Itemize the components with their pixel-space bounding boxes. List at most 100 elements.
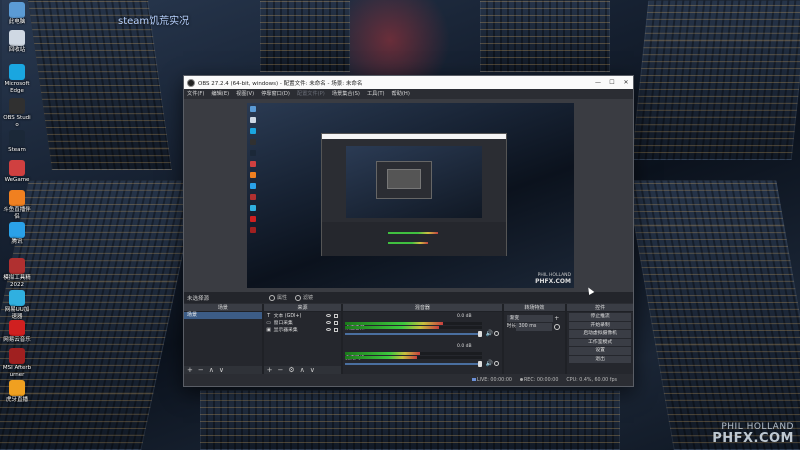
- source-properties-button[interactable]: ⚙: [288, 366, 294, 374]
- desktop-shortcut[interactable]: 网易UU加速器: [2, 290, 32, 320]
- lock-icon[interactable]: [334, 320, 339, 325]
- title-bar[interactable]: OBS 27.2.4 (64-bit, windows) - 配置文件: 未命名…: [184, 76, 633, 89]
- track-db: 0.0 dB: [457, 314, 472, 319]
- preview-icon: [250, 194, 256, 200]
- menu-item[interactable]: 帮助(H): [392, 90, 410, 97]
- desktop-shortcut-label: 网易云音乐: [3, 337, 31, 343]
- preview-watermark-site: PHFX.COM: [535, 278, 571, 285]
- desktop-shortcut[interactable]: 网易云音乐: [2, 320, 32, 344]
- live-status: LIVE: 00:00:00: [471, 378, 512, 383]
- desktop-shortcut-label: WeGame: [4, 177, 30, 183]
- speaker-icon[interactable]: 🔊: [486, 361, 493, 367]
- desktop-shortcut[interactable]: WeGame: [2, 160, 32, 184]
- volume-slider[interactable]: [345, 333, 482, 335]
- app-icon: [9, 222, 25, 238]
- add-transition-button[interactable]: +: [554, 315, 559, 322]
- source-name: 显示器采集: [273, 328, 298, 333]
- desktop-shortcut[interactable]: OBS Studio: [2, 98, 32, 128]
- control-button[interactable]: 工作室模式: [569, 338, 631, 346]
- nested-title-bar: [322, 134, 506, 139]
- desktop-shortcut-label: Steam: [8, 147, 26, 153]
- menu-item[interactable]: 视图(V): [236, 90, 254, 97]
- volume-slider-handle[interactable]: [477, 361, 482, 367]
- lock-icon[interactable]: [334, 327, 339, 332]
- control-button[interactable]: 退出: [569, 355, 631, 363]
- preview-icon: [250, 150, 256, 156]
- speaker-icon[interactable]: 🔊: [486, 331, 493, 337]
- visibility-eye-icon[interactable]: [326, 314, 332, 317]
- desktop-shortcut[interactable]: Steam: [2, 130, 32, 154]
- remove-source-button[interactable]: −: [278, 366, 284, 374]
- desktop-shortcut[interactable]: 虎牙直播: [2, 380, 32, 404]
- level-meter: [345, 356, 482, 359]
- filters-button[interactable]: 滤镜: [295, 294, 313, 301]
- add-source-button[interactable]: +: [267, 366, 273, 374]
- duration-input[interactable]: 300 ms: [515, 323, 552, 331]
- transitions-body: 渐变 + 时长 300 ms: [503, 312, 566, 374]
- minimize-button[interactable]: —: [591, 76, 605, 89]
- remove-scene-button[interactable]: −: [198, 366, 204, 374]
- control-button[interactable]: 开始录制: [569, 321, 631, 329]
- preview-icon: [250, 106, 256, 112]
- source-item[interactable]: T 文本 (GDI+): [264, 312, 342, 319]
- controls-dock: 控件 停止推流 开始录制 启动虚拟摄像机 工作室模式 设置 退出: [567, 304, 633, 374]
- app-icon: [9, 64, 25, 80]
- live-icon: [471, 378, 476, 381]
- level-meter: [345, 322, 482, 325]
- desktop-shortcut[interactable]: MSI Afterburner: [2, 348, 32, 378]
- desktop-shortcut[interactable]: Microsoft Edge: [2, 64, 32, 94]
- move-scene-up-button[interactable]: ∧: [209, 366, 214, 374]
- desktop-shortcut[interactable]: 腾讯: [2, 222, 32, 246]
- stream-title-overlay: steam饥荒实况: [118, 16, 190, 27]
- control-button[interactable]: 启动虚拟摄像机: [569, 330, 631, 338]
- desktop-shortcut[interactable]: 回收站: [2, 30, 32, 54]
- desktop-shortcut-label: 此电脑: [8, 19, 26, 25]
- menu-item[interactable]: 场景集合(S): [332, 90, 360, 97]
- level-meter: [345, 352, 482, 355]
- control-button[interactable]: 设置: [569, 347, 631, 355]
- scene-item[interactable]: 场景: [184, 312, 262, 319]
- close-button[interactable]: ✕: [619, 76, 633, 89]
- desktop-shortcut[interactable]: 模拟工具精 2022: [2, 258, 32, 288]
- desktop-shortcut[interactable]: 此电脑: [2, 2, 32, 26]
- track-db: 0.0 dB: [457, 344, 472, 349]
- track-gear-icon[interactable]: [493, 361, 499, 366]
- sources-list: T 文本 (GDI+) ▭ 窗口采集 ▣ 显示器采集: [263, 312, 342, 366]
- gear-icon: [269, 294, 275, 301]
- add-scene-button[interactable]: +: [187, 366, 193, 374]
- desktop-shortcut-label: 回收站: [8, 47, 26, 53]
- transition-select[interactable]: 渐变: [506, 315, 553, 322]
- level-meter-fill: [345, 322, 444, 325]
- mixer-tracks: 桌面音频0.0 dB🔊麦克风/Aux0.0 dB🔊: [343, 312, 502, 374]
- menu-item[interactable]: 工具(T): [367, 90, 385, 97]
- level-meter-fill: [345, 356, 418, 359]
- source-item[interactable]: ▣ 显示器采集: [264, 326, 342, 333]
- menu-item[interactable]: 编辑(E): [211, 90, 229, 97]
- properties-button[interactable]: 属性: [269, 294, 287, 301]
- maximize-button[interactable]: ☐: [605, 76, 619, 89]
- move-source-down-button[interactable]: ∨: [310, 366, 315, 374]
- track-gear-icon[interactable]: [493, 331, 499, 336]
- audio-mixer-dock: 混音器 桌面音频0.0 dB🔊麦克风/Aux0.0 dB🔊: [343, 304, 502, 374]
- app-icon: [9, 320, 25, 336]
- menu-item[interactable]: 配置文件(P): [297, 90, 325, 97]
- app-icon: [9, 348, 25, 364]
- volume-slider-handle[interactable]: [477, 331, 482, 337]
- volume-slider[interactable]: [345, 363, 482, 365]
- controls-dock-title: 控件: [567, 304, 633, 312]
- source-item[interactable]: ▭ 窗口采集: [264, 319, 342, 326]
- control-button[interactable]: 停止推流: [569, 313, 631, 321]
- menu-item[interactable]: 停靠窗口(D): [261, 90, 290, 97]
- lock-icon[interactable]: [334, 313, 339, 318]
- visibility-eye-icon[interactable]: [326, 321, 332, 324]
- transition-settings-gear-icon[interactable]: [554, 324, 561, 330]
- menu-item[interactable]: 文件(F): [187, 90, 204, 97]
- level-meter-fill: [345, 352, 421, 355]
- app-icon: [9, 2, 25, 18]
- visibility-eye-icon[interactable]: [326, 328, 332, 331]
- desktop-shortcut[interactable]: 斗鱼直播伴侣: [2, 190, 32, 220]
- move-scene-down-button[interactable]: ∨: [219, 366, 224, 374]
- move-source-up-button[interactable]: ∧: [300, 366, 305, 374]
- preview-canvas[interactable]: PHIL HOLLAND PHFX.COM: [247, 103, 574, 288]
- obs-app-icon: [187, 78, 195, 87]
